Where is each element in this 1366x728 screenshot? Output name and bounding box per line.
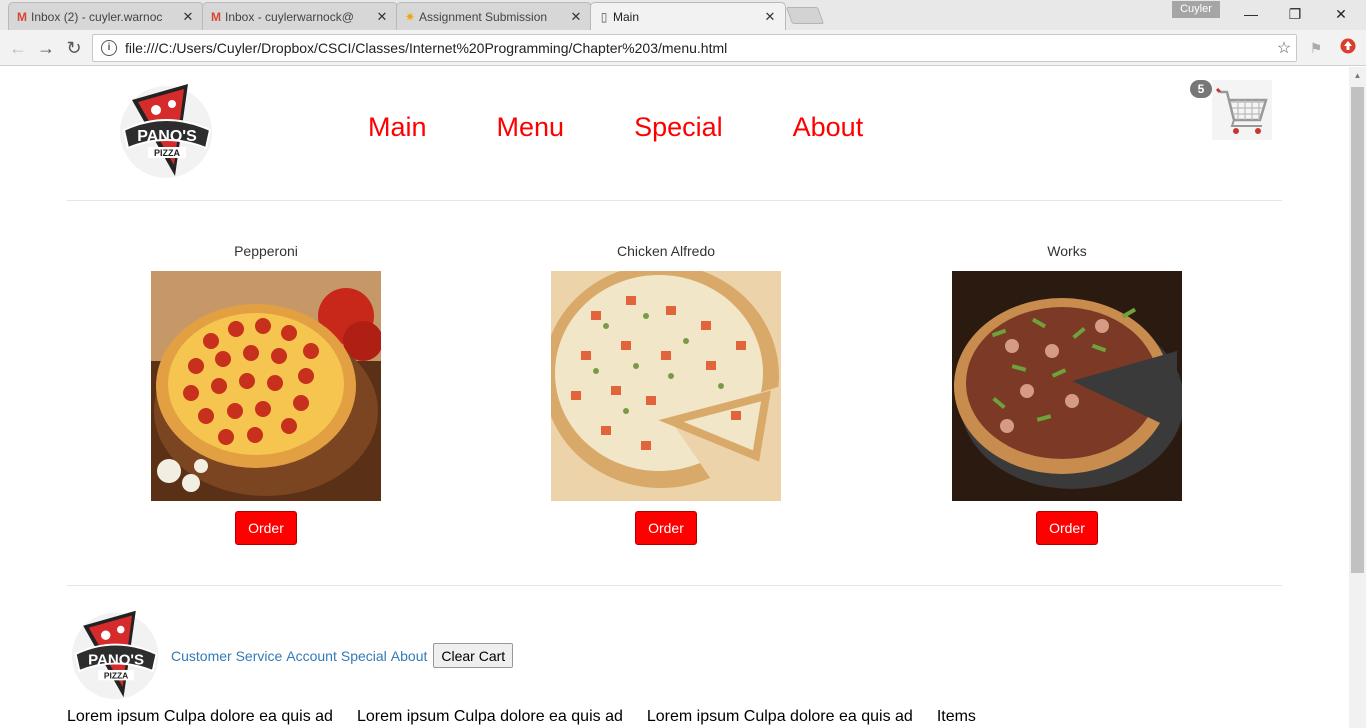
footer-link-customer-service[interactable]: Customer Service — [171, 648, 282, 664]
back-arrow-icon[interactable]: ← — [6, 36, 30, 60]
gmail-icon: M — [211, 10, 221, 24]
pepperoni-pizza-image — [151, 271, 381, 501]
footer-columns: Lorem ipsum Culpa dolore ea quis ad Lore… — [67, 708, 976, 726]
footer-links: Customer Service Account Special About C… — [171, 643, 514, 668]
divider — [67, 200, 1282, 201]
logo-subtext: PIZZA — [154, 148, 180, 158]
sun-icon: ✷ — [404, 10, 416, 24]
nav-menu[interactable]: Menu — [497, 112, 565, 143]
menu-item-pepperoni: Pepperoni Order — [151, 241, 381, 545]
menu-item-name: Chicken Alfredo — [616, 243, 716, 259]
menu-item-name: Works — [1047, 243, 1087, 259]
scrollbar-thumb[interactable] — [1351, 87, 1364, 573]
close-icon[interactable]: ✕ — [569, 9, 583, 25]
star-icon[interactable]: ☆ — [1272, 38, 1296, 58]
tab-inbox-2[interactable]: M Inbox - cuylerwarnock@ ✕ — [202, 2, 398, 30]
clear-cart-button[interactable]: Clear Cart — [433, 643, 514, 668]
close-window-icon[interactable]: ✕ — [1326, 4, 1356, 24]
menu-item-chicken-alfredo: Chicken Alfredo Order — [551, 241, 781, 545]
footer-column-text: Lorem ipsum Culpa dolore ea quis ad — [67, 708, 333, 725]
tab-label: Main — [613, 10, 640, 24]
page-icon: ▯ — [600, 10, 608, 24]
address-bar[interactable]: i file:///C:/Users/Cuyler/Dropbox/CSCI/C… — [92, 34, 1297, 62]
restore-icon[interactable]: ❐ — [1280, 4, 1310, 24]
reload-icon[interactable]: ↻ — [62, 36, 86, 60]
new-tab-button[interactable] — [785, 7, 825, 24]
profile-button[interactable]: Cuyler — [1172, 1, 1220, 18]
main-nav: Main Menu Special About — [368, 112, 863, 143]
divider — [67, 585, 1282, 586]
footer-column-text: Items — [936, 708, 976, 725]
tab-label: Assignment Submission — [419, 9, 548, 24]
tab-main[interactable]: ▯ Main ✕ — [590, 2, 786, 31]
shopping-cart-icon[interactable] — [1212, 80, 1272, 140]
tab-label: Inbox - cuylerwarnock@ — [225, 9, 354, 24]
close-icon[interactable]: ✕ — [181, 9, 195, 25]
url-text[interactable]: file:///C:/Users/Cuyler/Dropbox/CSCI/Cla… — [125, 40, 1272, 56]
order-button[interactable]: Order — [635, 511, 697, 545]
info-icon[interactable]: i — [101, 40, 117, 56]
close-icon[interactable]: ✕ — [763, 9, 777, 25]
nav-special[interactable]: Special — [634, 112, 723, 143]
forward-arrow-icon[interactable]: → — [34, 36, 58, 60]
minimize-icon[interactable]: — — [1236, 4, 1266, 24]
footer-logo[interactable]: PANO'S PIZZA — [70, 607, 164, 701]
vertical-scrollbar[interactable]: ▲ — [1349, 67, 1366, 728]
works-pizza-image — [952, 271, 1182, 501]
pdf-extension-icon[interactable]: ⚑ — [1306, 38, 1326, 58]
tab-inbox-1[interactable]: M Inbox (2) - cuyler.warnoc ✕ — [8, 2, 204, 30]
footer-column-text: Lorem ipsum Culpa dolore ea quis ad — [356, 708, 623, 725]
cart-count-badge: 5 — [1190, 80, 1212, 98]
tab-label: Inbox (2) - cuyler.warnoc — [31, 9, 163, 24]
gmail-icon: M — [17, 10, 27, 24]
close-icon[interactable]: ✕ — [375, 9, 389, 25]
scroll-up-icon[interactable]: ▲ — [1349, 67, 1366, 84]
footer-column-text: Lorem ipsum Culpa dolore ea quis ad — [646, 708, 913, 725]
chicken-alfredo-pizza-image — [551, 271, 781, 501]
tab-strip: M Inbox (2) - cuyler.warnoc ✕ M Inbox - … — [0, 0, 1366, 31]
page-viewport: PANO'S PIZZA Main Menu Special About 5 P… — [0, 67, 1349, 728]
logo-text: PANO'S — [137, 128, 197, 145]
footer-link-account[interactable]: Account — [286, 648, 337, 664]
logo-subtext: PIZZA — [104, 670, 128, 680]
logo-text: PANO'S — [88, 651, 144, 668]
menu-item-works: Works Order — [952, 241, 1182, 545]
menu-item-name: Pepperoni — [234, 243, 298, 259]
order-button[interactable]: Order — [1036, 511, 1098, 545]
footer-link-about[interactable]: About — [391, 648, 428, 664]
order-button[interactable]: Order — [235, 511, 297, 545]
panos-pizza-logo[interactable]: PANO'S PIZZA — [118, 80, 218, 180]
nav-about[interactable]: About — [793, 112, 864, 143]
nav-main[interactable]: Main — [368, 112, 427, 143]
extension-icon[interactable] — [1338, 38, 1358, 58]
browser-toolbar: ← → ↻ i file:///C:/Users/Cuyler/Dropbox/… — [0, 30, 1366, 66]
footer-link-special[interactable]: Special — [341, 648, 387, 664]
tab-assignment[interactable]: ✷ Assignment Submission ✕ — [396, 2, 592, 30]
